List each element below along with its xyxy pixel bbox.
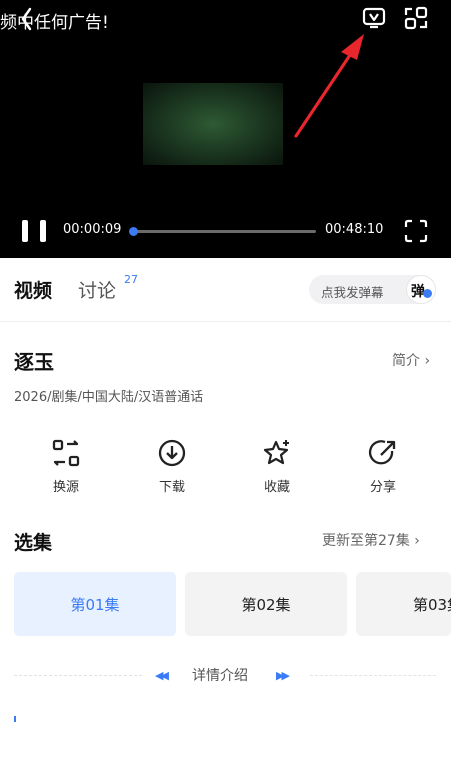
share-button[interactable]: 分享 — [353, 438, 413, 495]
episode-item[interactable]: 第02集 — [185, 572, 347, 636]
share-icon — [368, 440, 396, 465]
danmu-toggle[interactable]: 弹 — [406, 275, 436, 304]
favorite-button[interactable]: 收藏 — [247, 438, 307, 495]
danmu-placeholder: 点我发弹幕 — [321, 285, 384, 300]
star-icon — [263, 440, 289, 465]
switch-source-icon — [52, 439, 80, 467]
discussion-count-badge: 27 — [124, 273, 138, 286]
tv-cast-icon[interactable] — [360, 4, 388, 32]
seek-bar[interactable] — [128, 227, 316, 236]
download-button[interactable]: 下载 — [142, 438, 202, 495]
details-label[interactable]: 详情介绍 — [192, 665, 248, 685]
download-icon — [158, 439, 186, 467]
episode-label: 第01集 — [70, 595, 120, 614]
rotate-screen-icon[interactable] — [402, 4, 430, 32]
switch-source-button[interactable]: 换源 — [36, 438, 96, 495]
total-time: 00:48:10 — [325, 222, 384, 237]
episodes-title: 选集 — [14, 532, 53, 554]
marquee-text: 频中任何广告! — [0, 13, 109, 33]
pause-button[interactable] — [22, 218, 46, 244]
double-arrow-right-icon: ▶▶ — [276, 669, 290, 682]
seek-thumb[interactable] — [128, 227, 138, 236]
tab-discussion[interactable]: 讨论 — [78, 276, 116, 303]
show-title: 逐玉 — [14, 350, 54, 374]
double-arrow-left-icon: ◀◀ — [155, 669, 169, 682]
action-label: 分享 — [369, 480, 396, 495]
action-label: 收藏 — [263, 480, 290, 495]
video-frame — [143, 83, 283, 165]
tab-video[interactable]: 视频 — [14, 276, 52, 303]
episodes-update-link[interactable]: 更新至第27集 › — [322, 530, 420, 550]
action-row: 换源 下载 收藏 分享 — [0, 438, 451, 500]
episode-item[interactable]: 第03集 — [356, 572, 451, 636]
player-controls: 00:00:09 00:48:10 — [0, 214, 451, 248]
episode-item[interactable]: 第01集 — [14, 572, 176, 636]
show-meta: 2026/剧集/中国大陆/汉语普通话 — [14, 390, 204, 405]
intro-link[interactable]: 简介 › — [392, 350, 430, 370]
fullscreen-icon[interactable] — [403, 218, 429, 244]
video-player[interactable]: 频中任何广告! 00:00:09 00:48:10 — [0, 0, 451, 258]
action-label: 下载 — [158, 480, 185, 495]
section-marker — [14, 716, 154, 722]
danmu-input[interactable]: 点我发弹幕 弹 — [309, 275, 436, 304]
episode-label: 第03集 — [413, 595, 451, 614]
current-time: 00:00:09 — [63, 222, 122, 237]
episode-label: 第02集 — [241, 595, 291, 614]
action-label: 换源 — [52, 480, 79, 495]
check-icon — [423, 289, 432, 298]
